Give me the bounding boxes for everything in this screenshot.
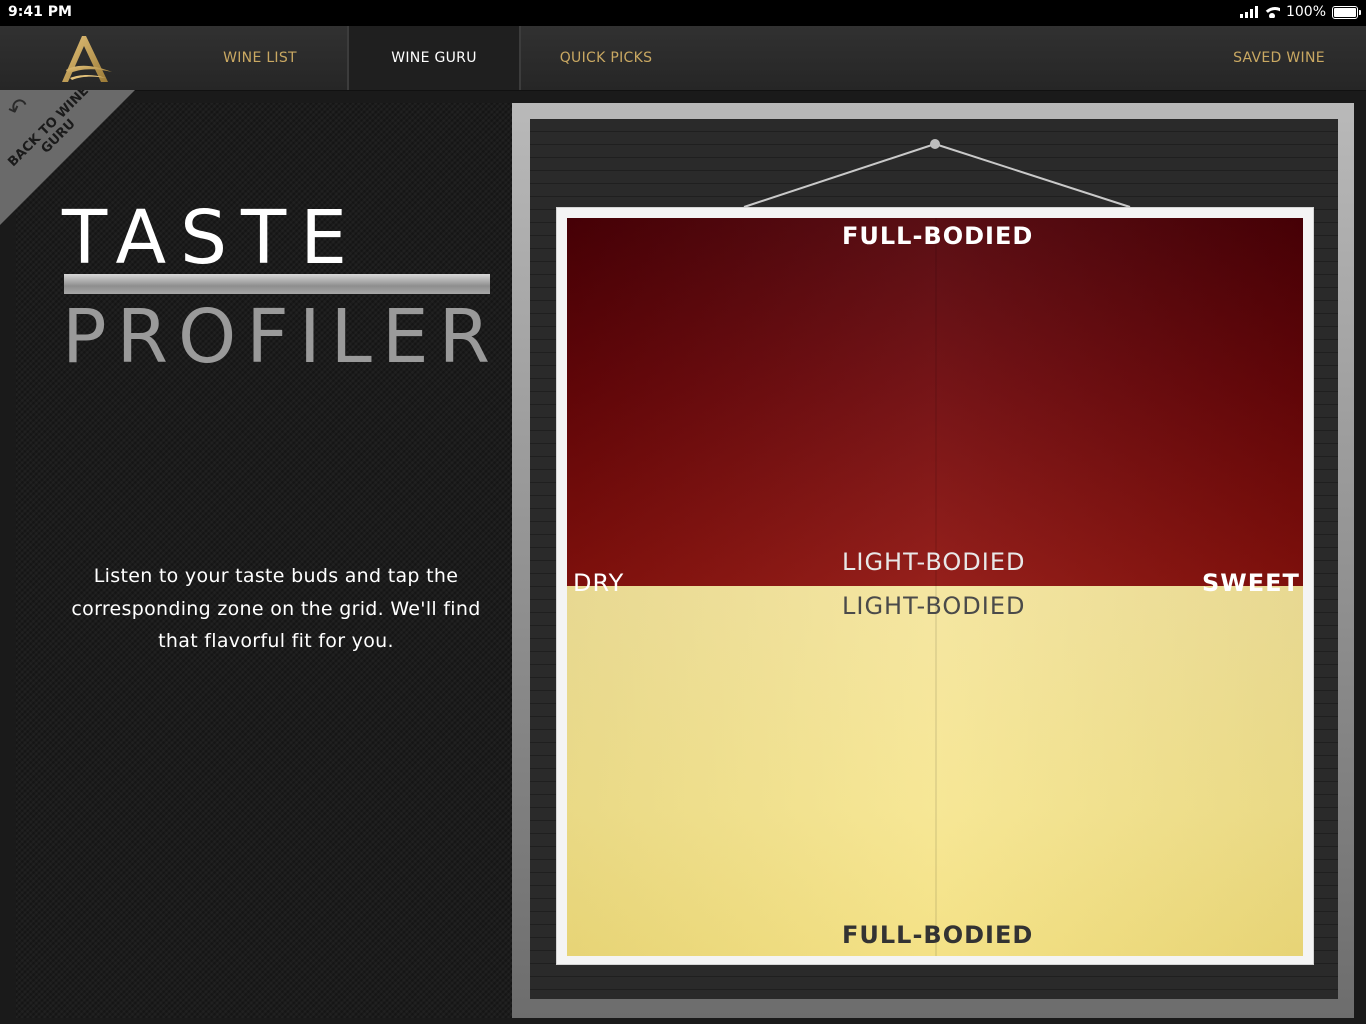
taste-grid	[556, 207, 1314, 965]
label-full-bodied-bottom: FULL-BODIED	[842, 921, 1034, 949]
status-right: 100%	[1239, 4, 1361, 20]
label-light-bodied-bottom: LIGHT-BODIED	[842, 592, 1026, 620]
wifi-icon	[1263, 6, 1280, 18]
fold-line	[935, 586, 937, 956]
grid-zone-full-bodied-top[interactable]	[567, 218, 1303, 586]
info-panel: TASTE PROFILER Listen to your taste buds…	[16, 103, 512, 1018]
label-full-bodied-top: FULL-BODIED	[842, 222, 1034, 250]
status-bar: 9:41 PM 100%	[0, 0, 1366, 26]
nav-quick-picks[interactable]: QUICK PICKS	[540, 26, 672, 90]
title-divider-bar	[64, 274, 490, 294]
back-to-wine-guru-button[interactable]: ↶ BACK TO WINE GURU	[0, 90, 135, 225]
label-light-bodied-top: LIGHT-BODIED	[842, 548, 1026, 576]
battery-icon	[1332, 5, 1361, 19]
top-nav-bar: WINE LIST WINE GURU QUICK PICKS SAVED WI…	[0, 26, 1366, 91]
battery-percent: 100%	[1285, 4, 1326, 20]
cellular-signal-icon	[1239, 6, 1258, 18]
status-time: 9:41 PM	[8, 4, 72, 20]
hanger-pin-icon	[930, 139, 940, 149]
title-profiler: PROFILER	[62, 294, 501, 380]
intro-text: Listen to your taste buds and tap the co…	[71, 565, 481, 652]
fold-line	[935, 218, 937, 586]
app-logo-icon[interactable]	[56, 30, 120, 86]
nav-saved-wine[interactable]: SAVED WINE	[1215, 26, 1343, 90]
poster-hanger	[743, 139, 1131, 208]
nav-wine-guru[interactable]: WINE GURU	[347, 26, 521, 90]
label-sweet: SWEET	[1202, 569, 1300, 597]
grid-zone-full-bodied-bottom[interactable]	[567, 586, 1303, 956]
label-dry: DRY	[573, 569, 625, 597]
nav-wine-list[interactable]: WINE LIST	[200, 26, 320, 90]
